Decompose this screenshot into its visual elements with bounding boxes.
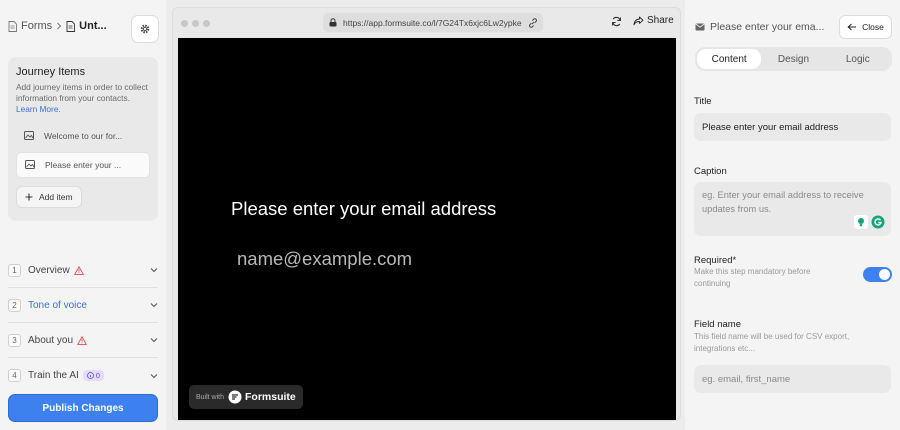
step-number: 1 <box>8 263 21 277</box>
close-label: Close <box>862 22 884 32</box>
close-button[interactable]: Close <box>839 15 892 39</box>
gear-icon <box>139 23 151 35</box>
journey-item-label: Please enter your ... <box>45 159 122 170</box>
chevron-down-icon <box>150 337 158 343</box>
share-button[interactable]: Share <box>633 15 674 26</box>
field-name-help: This field name will be used for CSV exp… <box>694 332 850 353</box>
step-overview[interactable]: 1 Overview <box>8 253 158 288</box>
title-label: Title <box>694 96 712 107</box>
breadcrumb-current[interactable]: Unt... <box>79 20 107 32</box>
formsuite-logo-icon <box>228 390 242 404</box>
required-toggle[interactable] <box>863 267 892 282</box>
chevron-down-icon <box>150 302 158 308</box>
warning-icon <box>77 335 88 345</box>
step-tone-of-voice[interactable]: 2 Tone of voice <box>8 288 158 323</box>
badge-count: 0 <box>95 371 100 380</box>
left-sidebar: Forms Unt... Journey Items Add journey i… <box>0 0 166 430</box>
arrow-left-icon <box>847 23 857 31</box>
properties-panel: Please enter your ema... Close Content D… <box>685 0 900 430</box>
preview-email-input[interactable]: name@example.com <box>237 248 412 270</box>
window-dot <box>203 20 210 27</box>
chevron-down-icon <box>150 373 158 379</box>
window-dot <box>181 20 188 27</box>
step-about-you[interactable]: 3 About you <box>8 323 158 358</box>
journey-item-welcome[interactable]: Welcome to our for... <box>16 123 150 149</box>
add-item-button[interactable]: Add item <box>16 185 82 208</box>
step-number: 4 <box>8 369 21 382</box>
journey-item-label: Welcome to our for... <box>44 130 123 141</box>
image-icon <box>24 131 34 141</box>
tab-logic[interactable]: Logic <box>826 49 890 69</box>
step-number: 2 <box>8 298 21 312</box>
caption-placeholder: eg. Enter your email address to receive … <box>702 190 864 214</box>
url-text: https://app.formsuite.co/l/7G24Tx6xjc6Lw… <box>343 17 522 28</box>
caption-label: Caption <box>694 166 727 177</box>
required-help: Make this step mandatory before continui… <box>694 267 811 288</box>
title-input[interactable]: Please enter your email address <box>694 113 891 141</box>
step-train-the-ai[interactable]: 4 Train the AI 0 <box>8 358 158 393</box>
chevron-right-icon <box>56 22 62 30</box>
setup-steps: 1 Overview 2 Tone of voice 3 About you 4… <box>8 253 158 393</box>
field-name-input[interactable]: eg. email, first_name <box>694 365 891 393</box>
info-icon <box>86 372 94 379</box>
breadcrumb: Forms Unt... <box>8 20 107 32</box>
form-preview: Please enter your email address name@exa… <box>178 38 676 420</box>
field-name-label: Field name <box>694 319 741 330</box>
add-item-label: Add item <box>39 191 73 202</box>
share-label: Share <box>647 15 674 26</box>
email-icon <box>695 23 705 31</box>
brand-logo: Formsuite <box>228 390 296 404</box>
lightbulb-icon[interactable] <box>854 215 868 229</box>
journey-description: Add journey items in order to collect in… <box>16 82 148 115</box>
tab-design[interactable]: Design <box>761 49 825 69</box>
grammarly-icon[interactable] <box>871 215 885 229</box>
caption-tools <box>854 215 885 229</box>
panel-tabs: Content Design Logic <box>695 47 892 71</box>
settings-button[interactable] <box>131 15 159 43</box>
document-icon <box>66 20 76 32</box>
image-icon <box>25 160 35 170</box>
step-number: 3 <box>8 333 21 347</box>
journey-item-email[interactable]: Please enter your ... <box>16 151 150 178</box>
caption-textarea[interactable]: eg. Enter your email address to receive … <box>694 182 891 236</box>
panel-title: Please enter your ema... <box>710 21 825 33</box>
url-bar[interactable]: https://app.formsuite.co/l/7G24Tx6xjc6Lw… <box>323 13 543 32</box>
document-icon <box>8 20 17 32</box>
required-label: Required* <box>694 255 737 266</box>
link-icon[interactable] <box>528 17 538 28</box>
plus-icon <box>25 193 33 201</box>
breadcrumb-root[interactable]: Forms <box>21 20 52 32</box>
learn-more-link[interactable]: Learn More. <box>16 104 61 114</box>
panel-header: Please enter your ema... <box>695 21 824 33</box>
reload-icon[interactable] <box>611 16 622 27</box>
window-dot <box>192 20 199 27</box>
publish-changes-button[interactable]: Publish Changes <box>8 394 158 422</box>
journey-items-panel: Journey Items Add journey items in order… <box>8 57 158 221</box>
built-with-label: Built with <box>196 393 225 401</box>
built-with-badge[interactable]: Built with Formsuite <box>189 385 303 409</box>
journey-title: Journey Items <box>16 66 86 78</box>
preview-question-title: Please enter your email address <box>231 198 497 219</box>
step-label: About you <box>28 334 74 346</box>
lock-icon <box>329 18 337 27</box>
tab-content[interactable]: Content <box>697 49 762 69</box>
window-controls <box>181 20 210 27</box>
browser-preview-window: https://app.formsuite.co/l/7G24Tx6xjc6Lw… <box>172 7 681 421</box>
count-badge: 0 <box>82 370 104 381</box>
share-icon <box>633 16 644 26</box>
step-label: Overview <box>28 264 70 276</box>
warning-icon <box>73 265 84 275</box>
step-label: Train the AI <box>28 370 79 381</box>
step-label: Tone of voice <box>28 299 87 311</box>
chevron-down-icon <box>150 267 158 273</box>
brand-name: Formsuite <box>245 391 296 403</box>
